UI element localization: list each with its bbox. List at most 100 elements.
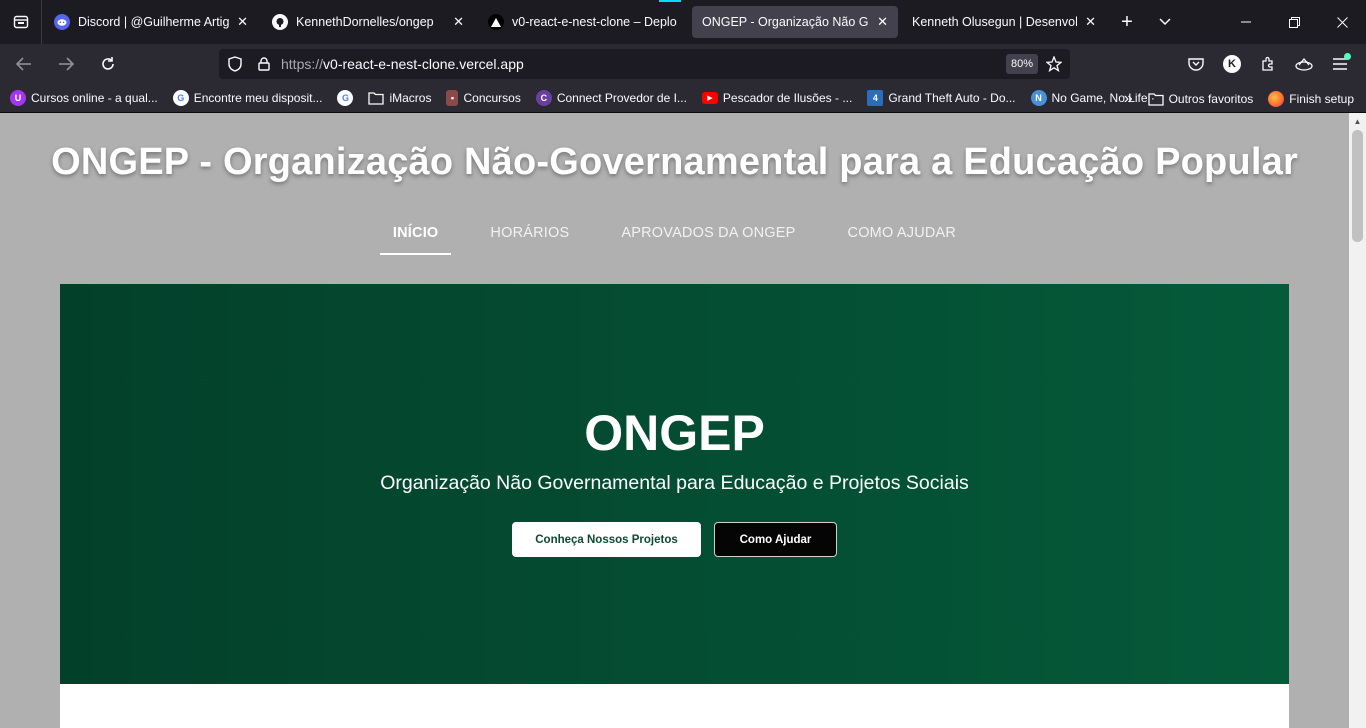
chevron-down-icon bbox=[1159, 18, 1171, 26]
extension-icon bbox=[1295, 57, 1313, 71]
nav-link-horarios[interactable]: HORÁRIOS bbox=[477, 219, 582, 255]
lock-icon[interactable] bbox=[257, 56, 271, 72]
pocket-button[interactable] bbox=[1180, 48, 1212, 80]
pocket-icon bbox=[1188, 58, 1204, 71]
bookmark-label: iMacros bbox=[389, 91, 432, 105]
google-icon: G bbox=[172, 90, 189, 106]
tab-vercel[interactable]: v0-react-e-nest-clone – Deplo bbox=[478, 6, 688, 38]
hero-section: ONGEP Organização Não Governamental para… bbox=[60, 284, 1289, 684]
account-avatar-icon: K bbox=[1223, 55, 1241, 73]
page-viewport: ONGEP - Organização Não-Governamental pa… bbox=[0, 113, 1366, 728]
bookmark-item[interactable]: ▶ Pescador de Ilusões - ... bbox=[701, 91, 852, 105]
firefox-icon bbox=[1268, 90, 1285, 107]
site-title: ONGEP - Organização Não-Governamental pa… bbox=[51, 141, 1298, 183]
connect-icon: C bbox=[535, 90, 552, 106]
tab-title: KennethDornelles/ongep bbox=[296, 15, 434, 29]
page-scrollbar[interactable]: ▲ bbox=[1349, 113, 1366, 728]
hamburger-menu-icon bbox=[1333, 58, 1347, 70]
back-button[interactable] bbox=[6, 48, 42, 80]
zoom-level-button[interactable]: 80% bbox=[1005, 54, 1038, 74]
scroll-up-arrow-icon[interactable]: ▲ bbox=[1349, 113, 1366, 130]
bookmark-item[interactable]: G Encontre meu disposit... bbox=[172, 90, 323, 106]
arrow-left-icon bbox=[16, 57, 31, 71]
url-text[interactable]: https://v0-react-e-nest-clone.vercel.app bbox=[281, 56, 1006, 72]
vercel-icon bbox=[488, 14, 504, 30]
bookmarks-right-group: » Outros favoritos Finish setup bbox=[1124, 84, 1354, 113]
tab-ongep[interactable]: ONGEP - Organização Não Gover ✕ bbox=[692, 6, 898, 38]
list-all-tabs-button[interactable] bbox=[1146, 6, 1184, 38]
tab-title: v0-react-e-nest-clone – Deplo bbox=[512, 15, 677, 29]
close-icon[interactable]: ✕ bbox=[237, 14, 248, 30]
arrow-right-icon bbox=[59, 57, 74, 71]
udemy-icon: U bbox=[10, 90, 26, 106]
close-icon bbox=[1336, 16, 1348, 28]
tracking-protection-icon[interactable] bbox=[227, 56, 243, 72]
plus-icon: + bbox=[1121, 10, 1133, 33]
tab-strip: Discord | @Guilherme Artigas ✕ KennethDo… bbox=[0, 0, 1366, 44]
tab-github[interactable]: KennethDornelles/ongep ✕ bbox=[262, 6, 474, 38]
restore-button[interactable] bbox=[1270, 0, 1318, 44]
how-to-help-button[interactable]: Como Ajudar bbox=[714, 522, 837, 557]
tab-discord[interactable]: Discord | @Guilherme Artigas ✕ bbox=[44, 6, 258, 38]
url-scheme: https:// bbox=[281, 56, 324, 72]
bookmark-item[interactable]: ▪ Concursos bbox=[446, 90, 521, 106]
github-icon bbox=[272, 14, 288, 30]
bookmark-item[interactable]: 4 Grand Theft Auto - Do... bbox=[867, 90, 1016, 106]
toolbar-icons: K bbox=[1180, 48, 1356, 80]
projects-button[interactable]: Conheça Nossos Projetos bbox=[512, 522, 701, 557]
close-window-button[interactable] bbox=[1318, 0, 1366, 44]
extensions-button[interactable] bbox=[1252, 48, 1284, 80]
menu-button[interactable] bbox=[1324, 48, 1356, 80]
tab-kenneth[interactable]: Kenneth Olusegun | Desenvolved ✕ bbox=[902, 6, 1106, 38]
bookmark-folder[interactable]: iMacros bbox=[368, 91, 431, 105]
extension-button[interactable] bbox=[1288, 48, 1320, 80]
minimize-icon bbox=[1241, 21, 1251, 23]
account-button[interactable]: K bbox=[1216, 48, 1248, 80]
bookmark-label: Cursos online - a qual... bbox=[31, 91, 158, 105]
bookmark-item[interactable]: G bbox=[337, 90, 354, 106]
site-navigation: INÍCIO HORÁRIOS APROVADOS DA ONGEP COMO … bbox=[0, 219, 1349, 255]
nav-link-como-ajudar[interactable]: COMO AJUDAR bbox=[835, 219, 970, 255]
nav-link-aprovados[interactable]: APROVADOS DA ONGEP bbox=[608, 219, 808, 255]
bookmark-star-icon[interactable] bbox=[1046, 56, 1062, 72]
bookmark-label: Finish setup bbox=[1289, 91, 1354, 106]
bookmark-item[interactable]: C Connect Provedor de I... bbox=[535, 90, 687, 106]
tab-loading-indicator bbox=[659, 0, 681, 2]
tab-title: Kenneth Olusegun | Desenvolved bbox=[912, 15, 1078, 29]
nav-link-inicio[interactable]: INÍCIO bbox=[379, 219, 452, 255]
address-bar[interactable]: https://v0-react-e-nest-clone.vercel.app… bbox=[219, 49, 1070, 79]
puzzle-icon bbox=[1262, 56, 1273, 71]
tab-title: ONGEP - Organização Não Gover bbox=[702, 15, 869, 29]
bookmark-label: Grand Theft Auto - Do... bbox=[888, 91, 1016, 105]
hero-subtitle: Organização Não Governamental para Educa… bbox=[380, 472, 969, 494]
forward-button[interactable] bbox=[48, 48, 84, 80]
firefox-view-button[interactable] bbox=[0, 0, 42, 44]
scrollbar-thumb[interactable] bbox=[1352, 130, 1363, 242]
navigation-toolbar: https://v0-react-e-nest-clone.vercel.app… bbox=[0, 44, 1366, 84]
bookmarks-toolbar: U Cursos online - a qual... G Encontre m… bbox=[0, 84, 1366, 113]
hero-title: ONGEP bbox=[584, 405, 765, 461]
close-icon[interactable]: ✕ bbox=[877, 14, 888, 30]
google-icon: G bbox=[337, 90, 354, 106]
bookmark-label: Encontre meu disposit... bbox=[193, 91, 323, 105]
finish-setup-bookmark[interactable]: Finish setup bbox=[1268, 90, 1354, 107]
close-icon[interactable]: ✕ bbox=[453, 14, 464, 30]
content-section bbox=[60, 684, 1289, 728]
firefox-view-icon bbox=[13, 15, 28, 29]
hero-buttons: Conheça Nossos Projetos Como Ajudar bbox=[60, 522, 1289, 557]
reload-icon bbox=[102, 57, 114, 70]
chevron-double-right-icon: » bbox=[1123, 89, 1133, 107]
concursos-icon: ▪ bbox=[446, 90, 459, 106]
url-host: v0-react-e-nest-clone.vercel.app bbox=[323, 56, 524, 72]
other-bookmarks-folder[interactable]: Outros favoritos bbox=[1147, 91, 1254, 106]
bookmark-item[interactable]: U Cursos online - a qual... bbox=[10, 90, 158, 106]
close-icon[interactable]: ✕ bbox=[1085, 14, 1096, 30]
discord-icon bbox=[54, 14, 70, 30]
reload-button[interactable] bbox=[90, 48, 126, 80]
ngnl-icon: N bbox=[1030, 90, 1047, 106]
new-tab-button[interactable]: + bbox=[1108, 6, 1146, 38]
folder-icon bbox=[368, 92, 385, 105]
bookmarks-overflow-button[interactable]: » bbox=[1124, 90, 1133, 108]
bookmark-label: Outros favoritos bbox=[1168, 91, 1254, 106]
minimize-button[interactable] bbox=[1222, 0, 1270, 44]
